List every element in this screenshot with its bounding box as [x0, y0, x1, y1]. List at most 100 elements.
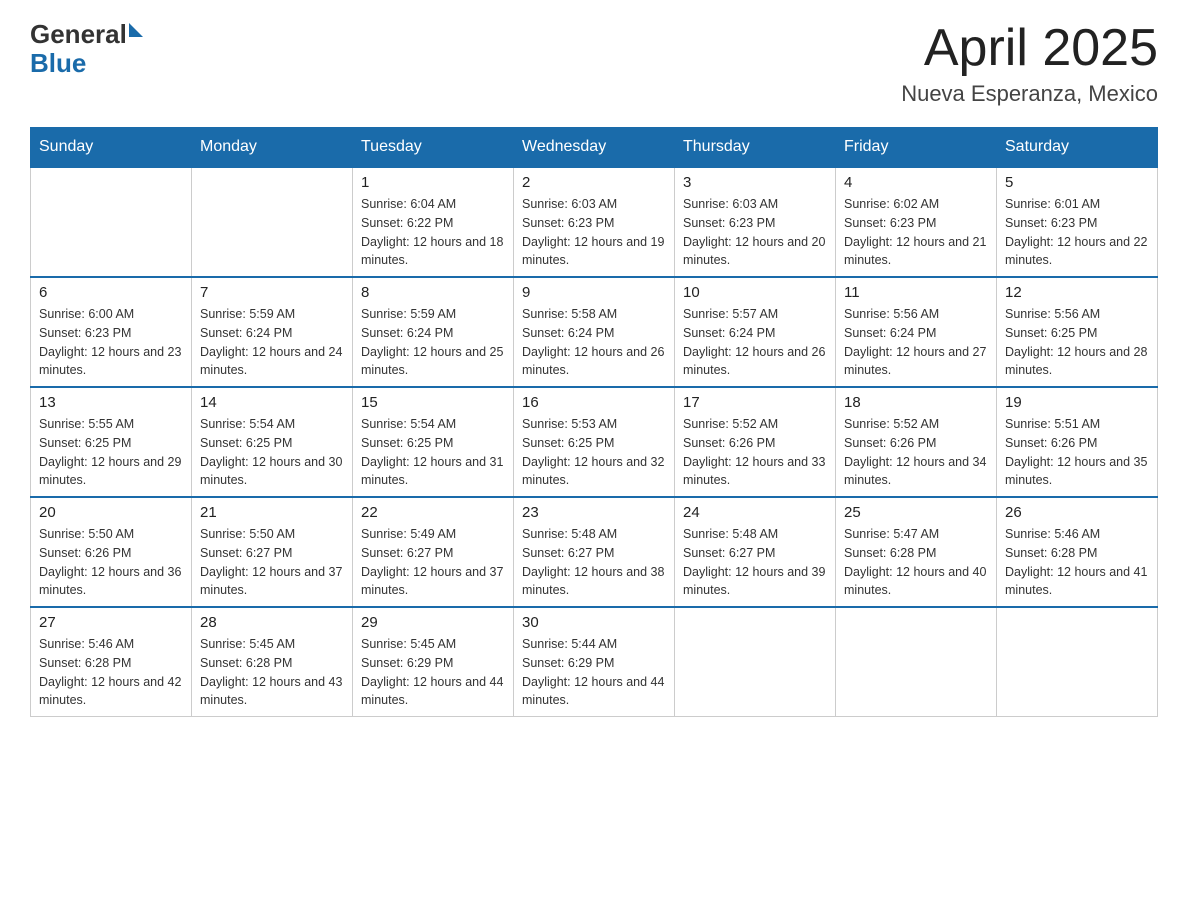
calendar-cell: [836, 607, 997, 717]
calendar-cell: 28 Sunrise: 5:45 AMSunset: 6:28 PMDayligh…: [192, 607, 353, 717]
day-info: Sunrise: 5:53 AMSunset: 6:25 PMDaylight:…: [522, 415, 666, 490]
day-info: Sunrise: 5:46 AMSunset: 6:28 PMDaylight:…: [39, 635, 183, 710]
page-subtitle: Nueva Esperanza, Mexico: [901, 81, 1158, 107]
day-number: 23: [522, 504, 666, 521]
day-info: Sunrise: 6:03 AMSunset: 6:23 PMDaylight:…: [683, 195, 827, 270]
calendar-cell: 10 Sunrise: 5:57 AMSunset: 6:24 PMDayligh…: [675, 277, 836, 387]
calendar-cell: 25 Sunrise: 5:47 AMSunset: 6:28 PMDayligh…: [836, 497, 997, 607]
day-info: Sunrise: 5:59 AMSunset: 6:24 PMDaylight:…: [361, 305, 505, 380]
day-number: 9: [522, 284, 666, 301]
calendar-header-row: SundayMondayTuesdayWednesdayThursdayFrid…: [31, 128, 1158, 168]
day-number: 5: [1005, 174, 1149, 191]
day-number: 15: [361, 394, 505, 411]
calendar-cell: 4Sunrise: 6:02 AMSunset: 6:23 PMDaylight…: [836, 167, 997, 277]
calendar-header-friday: Friday: [836, 128, 997, 168]
calendar-header-tuesday: Tuesday: [353, 128, 514, 168]
day-number: 11: [844, 284, 988, 301]
calendar-cell: 23 Sunrise: 5:48 AMSunset: 6:27 PMDayligh…: [514, 497, 675, 607]
day-number: 16: [522, 394, 666, 411]
calendar-cell: [31, 167, 192, 277]
calendar-header-monday: Monday: [192, 128, 353, 168]
calendar-cell: 16 Sunrise: 5:53 AMSunset: 6:25 PMDayligh…: [514, 387, 675, 497]
day-number: 6: [39, 284, 183, 301]
calendar-cell: 26 Sunrise: 5:46 AMSunset: 6:28 PMDayligh…: [997, 497, 1158, 607]
page-title: April 2025: [901, 20, 1158, 77]
day-number: 19: [1005, 394, 1149, 411]
calendar-cell: 1 Sunrise: 6:04 AMSunset: 6:22 PMDaylight…: [353, 167, 514, 277]
calendar-cell: 2Sunrise: 6:03 AMSunset: 6:23 PMDaylight…: [514, 167, 675, 277]
logo-general: General: [30, 20, 127, 49]
day-info: Sunrise: 5:54 AMSunset: 6:25 PMDaylight:…: [361, 415, 505, 490]
day-info: Sunrise: 5:48 AMSunset: 6:27 PMDaylight:…: [683, 525, 827, 600]
day-number: 21: [200, 504, 344, 521]
calendar-week-row: 1 Sunrise: 6:04 AMSunset: 6:22 PMDaylight…: [31, 167, 1158, 277]
calendar-cell: 15 Sunrise: 5:54 AMSunset: 6:25 PMDayligh…: [353, 387, 514, 497]
calendar-table: SundayMondayTuesdayWednesdayThursdayFrid…: [30, 127, 1158, 717]
day-number: 10: [683, 284, 827, 301]
day-number: 29: [361, 614, 505, 631]
day-info: Sunrise: 5:49 AMSunset: 6:27 PMDaylight:…: [361, 525, 505, 600]
calendar-cell: 12Sunrise: 5:56 AMSunset: 6:25 PMDayligh…: [997, 277, 1158, 387]
day-info: Sunrise: 5:52 AMSunset: 6:26 PMDaylight:…: [683, 415, 827, 490]
title-section: April 2025 Nueva Esperanza, Mexico: [901, 20, 1158, 107]
calendar-cell: 19 Sunrise: 5:51 AMSunset: 6:26 PMDayligh…: [997, 387, 1158, 497]
day-info: Sunrise: 5:51 AMSunset: 6:26 PMDaylight:…: [1005, 415, 1149, 490]
calendar-cell: 6 Sunrise: 6:00 AMSunset: 6:23 PMDaylight…: [31, 277, 192, 387]
day-number: 2: [522, 174, 666, 191]
calendar-header-sunday: Sunday: [31, 128, 192, 168]
logo-triangle-icon: [129, 23, 143, 37]
calendar-cell: 17Sunrise: 5:52 AMSunset: 6:26 PMDayligh…: [675, 387, 836, 497]
calendar-week-row: 27 Sunrise: 5:46 AMSunset: 6:28 PMDayligh…: [31, 607, 1158, 717]
day-number: 1: [361, 174, 505, 191]
day-number: 13: [39, 394, 183, 411]
day-info: Sunrise: 5:58 AMSunset: 6:24 PMDaylight:…: [522, 305, 666, 380]
day-number: 27: [39, 614, 183, 631]
day-number: 8: [361, 284, 505, 301]
day-info: Sunrise: 6:00 AMSunset: 6:23 PMDaylight:…: [39, 305, 183, 380]
calendar-cell: 29 Sunrise: 5:45 AMSunset: 6:29 PMDayligh…: [353, 607, 514, 717]
day-info: Sunrise: 5:47 AMSunset: 6:28 PMDaylight:…: [844, 525, 988, 600]
calendar-cell: 11 Sunrise: 5:56 AMSunset: 6:24 PMDayligh…: [836, 277, 997, 387]
calendar-cell: 18 Sunrise: 5:52 AMSunset: 6:26 PMDayligh…: [836, 387, 997, 497]
calendar-cell: 30Sunrise: 5:44 AMSunset: 6:29 PMDayligh…: [514, 607, 675, 717]
day-info: Sunrise: 5:45 AMSunset: 6:29 PMDaylight:…: [361, 635, 505, 710]
calendar-header-wednesday: Wednesday: [514, 128, 675, 168]
calendar-header-thursday: Thursday: [675, 128, 836, 168]
calendar-cell: [675, 607, 836, 717]
page-header: General Blue April 2025 Nueva Esperanza,…: [30, 20, 1158, 107]
day-info: Sunrise: 5:59 AMSunset: 6:24 PMDaylight:…: [200, 305, 344, 380]
day-info: Sunrise: 5:48 AMSunset: 6:27 PMDaylight:…: [522, 525, 666, 600]
day-info: Sunrise: 5:56 AMSunset: 6:24 PMDaylight:…: [844, 305, 988, 380]
calendar-cell: 24 Sunrise: 5:48 AMSunset: 6:27 PMDayligh…: [675, 497, 836, 607]
calendar-cell: 5 Sunrise: 6:01 AMSunset: 6:23 PMDaylight…: [997, 167, 1158, 277]
day-number: 26: [1005, 504, 1149, 521]
calendar-cell: 27 Sunrise: 5:46 AMSunset: 6:28 PMDayligh…: [31, 607, 192, 717]
calendar-cell: 3 Sunrise: 6:03 AMSunset: 6:23 PMDaylight…: [675, 167, 836, 277]
day-number: 24: [683, 504, 827, 521]
calendar-cell: 7Sunrise: 5:59 AMSunset: 6:24 PMDaylight…: [192, 277, 353, 387]
calendar-week-row: 13Sunrise: 5:55 AMSunset: 6:25 PMDayligh…: [31, 387, 1158, 497]
day-info: Sunrise: 5:57 AMSunset: 6:24 PMDaylight:…: [683, 305, 827, 380]
day-info: Sunrise: 5:50 AMSunset: 6:27 PMDaylight:…: [200, 525, 344, 600]
day-info: Sunrise: 5:45 AMSunset: 6:28 PMDaylight:…: [200, 635, 344, 710]
day-number: 28: [200, 614, 344, 631]
calendar-cell: 8 Sunrise: 5:59 AMSunset: 6:24 PMDaylight…: [353, 277, 514, 387]
calendar-cell: 21 Sunrise: 5:50 AMSunset: 6:27 PMDayligh…: [192, 497, 353, 607]
day-info: Sunrise: 5:46 AMSunset: 6:28 PMDaylight:…: [1005, 525, 1149, 600]
day-number: 25: [844, 504, 988, 521]
calendar-cell: [192, 167, 353, 277]
calendar-cell: 13Sunrise: 5:55 AMSunset: 6:25 PMDayligh…: [31, 387, 192, 497]
day-number: 18: [844, 394, 988, 411]
calendar-week-row: 6 Sunrise: 6:00 AMSunset: 6:23 PMDaylight…: [31, 277, 1158, 387]
day-info: Sunrise: 6:04 AMSunset: 6:22 PMDaylight:…: [361, 195, 505, 270]
day-info: Sunrise: 6:02 AMSunset: 6:23 PMDaylight:…: [844, 195, 988, 270]
day-number: 3: [683, 174, 827, 191]
logo: General Blue: [30, 20, 143, 77]
day-info: Sunrise: 6:01 AMSunset: 6:23 PMDaylight:…: [1005, 195, 1149, 270]
day-number: 14: [200, 394, 344, 411]
day-info: Sunrise: 5:52 AMSunset: 6:26 PMDaylight:…: [844, 415, 988, 490]
day-info: Sunrise: 5:54 AMSunset: 6:25 PMDaylight:…: [200, 415, 344, 490]
calendar-week-row: 20Sunrise: 5:50 AMSunset: 6:26 PMDayligh…: [31, 497, 1158, 607]
day-info: Sunrise: 5:56 AMSunset: 6:25 PMDaylight:…: [1005, 305, 1149, 380]
day-number: 30: [522, 614, 666, 631]
